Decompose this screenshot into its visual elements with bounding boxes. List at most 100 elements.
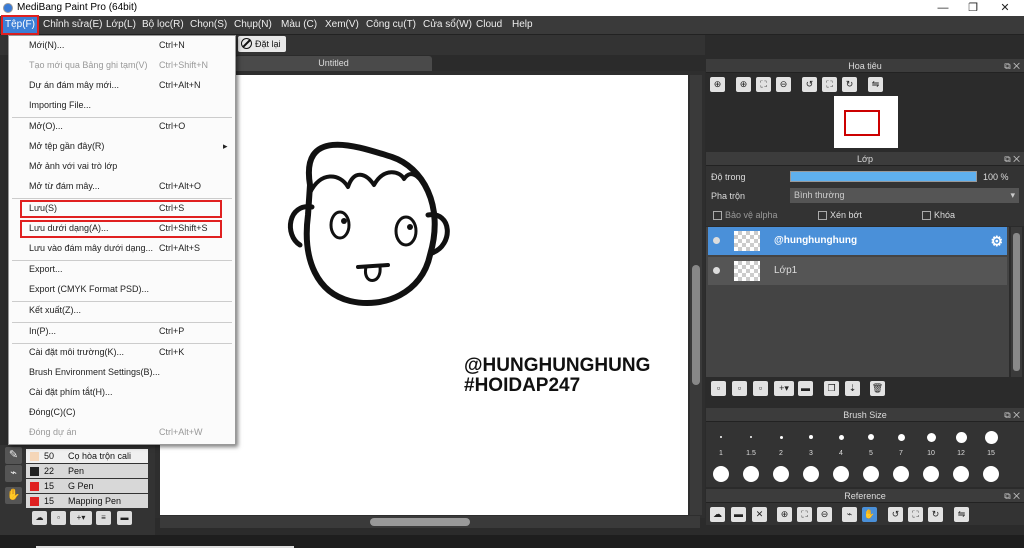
cloud-brush-icon[interactable]: ☁: [32, 511, 47, 525]
brush-size-option[interactable]: [838, 434, 844, 440]
menu-filter[interactable]: Bộ lọc(R): [142, 19, 184, 30]
flip-icon[interactable]: ⇋: [954, 507, 969, 522]
merge-layer-icon[interactable]: ⇣: [845, 381, 860, 396]
brush-size-option[interactable]: [893, 466, 909, 482]
folder-icon[interactable]: ▬: [117, 511, 132, 525]
brush-item[interactable]: 15 Mapping Pen: [26, 494, 148, 508]
brush-size-option[interactable]: [713, 466, 729, 482]
layer-item[interactable]: @hunghunghung ⚙: [708, 227, 1007, 255]
pencil-icon[interactable]: ✎: [5, 447, 22, 464]
menu-item-environment-settings[interactable]: Cài đặt môi trường(K)... Ctrl+K: [9, 344, 235, 361]
clipping-checkbox[interactable]: [818, 211, 827, 220]
eyedropper-icon[interactable]: ⌁: [842, 507, 857, 522]
reset-button[interactable]: Đặt lại: [238, 36, 286, 52]
panel-float-close-icon[interactable]: ⧉ ✕: [1004, 408, 1020, 422]
minimize-button[interactable]: —: [928, 0, 958, 16]
panel-float-close-icon[interactable]: ⧉ ✕: [1004, 152, 1020, 166]
new-brush-icon[interactable]: ▫: [51, 511, 66, 525]
brush-size-option[interactable]: [953, 466, 969, 482]
zoom-in-icon[interactable]: ⊕: [736, 77, 751, 92]
add-layer-dropdown-icon[interactable]: +▾: [774, 381, 794, 396]
menu-file[interactable]: Tệp(F): [1, 15, 39, 35]
opacity-slider[interactable]: [790, 171, 977, 182]
flip-icon[interactable]: ⇋: [868, 77, 883, 92]
eye-icon[interactable]: [713, 237, 720, 244]
duplicate-layer-icon[interactable]: ❐: [824, 381, 839, 396]
menu-item-new[interactable]: Mới(N)... Ctrl+N: [9, 37, 235, 54]
menu-item-export[interactable]: Export...: [9, 261, 235, 278]
protect-alpha-checkbox[interactable]: [713, 211, 722, 220]
menu-help[interactable]: Help: [512, 19, 533, 30]
menu-item-close[interactable]: Đóng(C)(C): [9, 404, 235, 421]
zoom-out-icon[interactable]: ⊖: [817, 507, 832, 522]
hand-icon[interactable]: ✋: [5, 487, 22, 504]
brush-size-option[interactable]: [779, 435, 783, 439]
hand-icon[interactable]: ✋: [862, 507, 877, 522]
menu-item-open-as-layer[interactable]: Mở ảnh với vai trò lớp: [9, 158, 235, 175]
fit-window-icon[interactable]: ⛶: [822, 77, 837, 92]
new-layer-icon[interactable]: ▫: [711, 381, 726, 396]
scroll-thumb[interactable]: [692, 265, 700, 385]
menu-item-shortcut-settings[interactable]: Cài đặt phím tắt(H)...: [9, 384, 235, 401]
blend-mode-select[interactable]: Bình thường ▾: [790, 188, 1019, 203]
new-halftone-layer-icon[interactable]: ▫: [732, 381, 747, 396]
close-button[interactable]: ✕: [990, 0, 1020, 16]
brush-size-option[interactable]: [809, 435, 813, 439]
fit-window-icon[interactable]: ⛶: [908, 507, 923, 522]
canvas-vertical-scrollbar[interactable]: [690, 75, 702, 515]
brush-size-option[interactable]: [923, 466, 939, 482]
add-brush-dropdown-icon[interactable]: +▾: [70, 511, 92, 525]
menu-item-brush-environment-settings[interactable]: Brush Environment Settings(B)...: [9, 364, 235, 381]
zoom-in-icon[interactable]: ⊕: [710, 77, 725, 92]
new-8bit-layer-icon[interactable]: ▫: [753, 381, 768, 396]
brush-size-option[interactable]: [720, 436, 722, 438]
brush-size-option[interactable]: [773, 466, 789, 482]
drawing-canvas[interactable]: @HUNGHUNGHUNG #HOIDAP247: [160, 75, 688, 515]
document-tab[interactable]: Untitled: [235, 56, 432, 71]
menu-item-export-cmyk[interactable]: Export (CMYK Format PSD)...: [9, 281, 235, 298]
brush-size-option[interactable]: [926, 432, 936, 442]
lock-checkbox[interactable]: [922, 211, 931, 220]
fit-icon[interactable]: ⛶: [797, 507, 812, 522]
menu-item-print[interactable]: In(P)... Ctrl+P: [9, 323, 235, 340]
menu-item-new-cloud-project[interactable]: Dự án đám mây mới... Ctrl+Alt+N: [9, 77, 235, 94]
zoom-out-icon[interactable]: ⊖: [776, 77, 791, 92]
menu-edit[interactable]: Chỉnh sửa(E): [43, 19, 103, 30]
folder-icon[interactable]: ▬: [798, 381, 813, 396]
scroll-thumb[interactable]: [370, 518, 470, 526]
brush-settings-icon[interactable]: ≡: [96, 511, 111, 525]
menu-item-importing-file[interactable]: Importing File...: [9, 97, 235, 114]
brush-size-option[interactable]: [743, 466, 759, 482]
brush-item[interactable]: 15 G Pen: [26, 479, 148, 493]
rotate-right-icon[interactable]: ↻: [928, 507, 943, 522]
menu-item-open-from-cloud[interactable]: Mở từ đám mây... Ctrl+Alt+O: [9, 178, 235, 195]
brush-size-option[interactable]: [863, 466, 879, 482]
rotate-right-icon[interactable]: ↻: [842, 77, 857, 92]
fit-icon[interactable]: ⛶: [756, 77, 771, 92]
layer-scrollbar[interactable]: [1011, 227, 1022, 377]
restore-button[interactable]: ❐: [958, 0, 988, 16]
brush-size-option[interactable]: [868, 434, 874, 440]
scroll-thumb[interactable]: [1013, 233, 1020, 371]
eye-icon[interactable]: [713, 267, 720, 274]
menu-item-render[interactable]: Kết xuất(Z)...: [9, 302, 235, 319]
menu-cloud[interactable]: Cloud: [476, 19, 502, 30]
brush-size-option[interactable]: [955, 431, 967, 443]
zoom-in-icon[interactable]: ⊕: [777, 507, 792, 522]
menu-select[interactable]: Chọn(S): [190, 19, 227, 30]
menu-window[interactable]: Cửa sổ(W): [423, 19, 472, 30]
panel-float-close-icon[interactable]: ⧉ ✕: [1004, 59, 1020, 73]
brush-size-option[interactable]: [803, 466, 819, 482]
menu-item-save-to-cloud-as[interactable]: Lưu vào đám mây dưới dạng... Ctrl+Alt+S: [9, 240, 235, 257]
brush-size-option[interactable]: [897, 433, 905, 441]
view-rect[interactable]: [844, 110, 880, 136]
brush-item[interactable]: 22 Pen: [26, 464, 148, 478]
eyedropper-icon[interactable]: ⌁: [5, 465, 22, 482]
cloud-icon[interactable]: ☁: [710, 507, 725, 522]
brush-size-option[interactable]: [983, 466, 999, 482]
brush-size-option[interactable]: [984, 430, 998, 444]
rotate-left-icon[interactable]: ↺: [888, 507, 903, 522]
menu-layer[interactable]: Lớp(L): [106, 19, 136, 30]
close-icon[interactable]: ✕: [752, 507, 767, 522]
menu-tools[interactable]: Công cụ(T): [366, 19, 416, 30]
